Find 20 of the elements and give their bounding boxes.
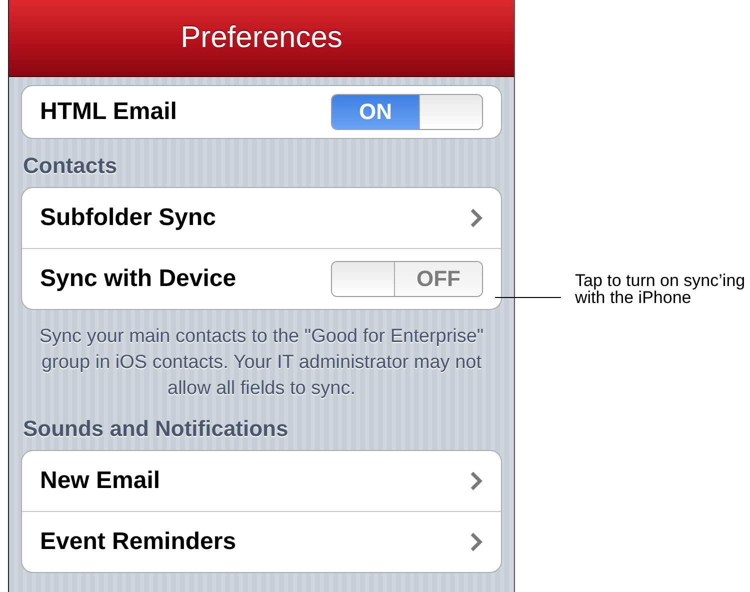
annotation-text: Tap to turn on sync’ing with the iPhone bbox=[575, 272, 746, 306]
section-header: Contacts bbox=[23, 153, 118, 179]
screen-title: Preferences bbox=[180, 21, 342, 55]
row-label: New Email bbox=[40, 467, 162, 495]
chevron-icon bbox=[469, 471, 483, 491]
settings-row[interactable]: New Email bbox=[22, 451, 501, 511]
chevron-icon bbox=[469, 208, 483, 228]
chevron-icon bbox=[469, 532, 483, 552]
settings-row[interactable]: Subfolder Sync bbox=[22, 188, 501, 248]
row-label: Event Reminders bbox=[40, 528, 238, 556]
section-footer: Sync your main contacts to the "Good for Enterprise" group in iOS contacts. Your IT administrator may not allow all fields to sync. bbox=[25, 324, 498, 402]
section-header: Sounds and Notifications bbox=[23, 416, 290, 442]
row-label: Subfolder Sync bbox=[40, 204, 218, 232]
settings-row[interactable]: HTML Email ON bbox=[22, 86, 501, 138]
settings-row[interactable]: Sync with Device OFF bbox=[22, 248, 501, 309]
settings-row[interactable]: Event Reminders bbox=[22, 511, 501, 572]
leader-line bbox=[495, 297, 561, 298]
row-label: HTML Email bbox=[40, 98, 178, 126]
toggle-switch[interactable]: OFF bbox=[331, 261, 483, 297]
row-label: Sync with Device bbox=[40, 265, 238, 293]
